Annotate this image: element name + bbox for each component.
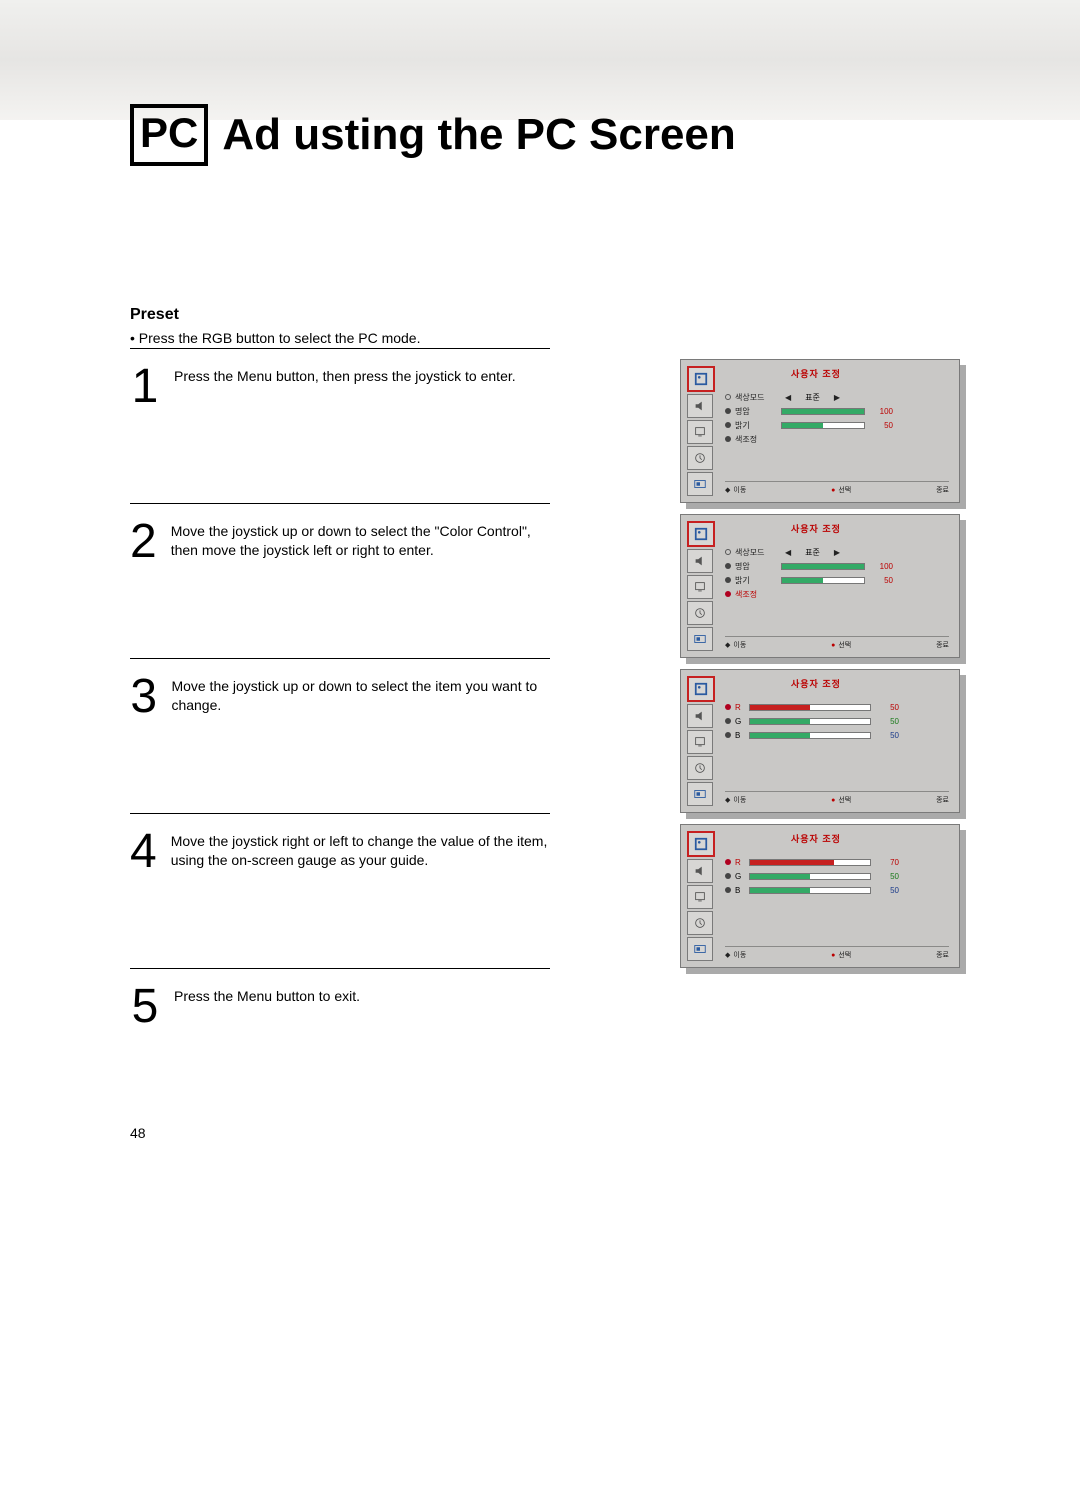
osd-title: 사용자 조정 <box>791 522 841 535</box>
osd-row-value: 50 <box>881 886 899 895</box>
osd-tab-time-icon <box>687 601 713 625</box>
step-text: Move the joystick up or down to select t… <box>171 677 555 715</box>
osd-row-value: 50 <box>881 731 899 740</box>
osd-row-value: 50 <box>875 576 893 585</box>
osd-tab-picture-icon <box>687 831 715 857</box>
osd-footer: ◆이동 ●선택 종료 <box>725 946 949 961</box>
osd-title: 사용자 조정 <box>791 677 841 690</box>
divider <box>130 968 550 969</box>
step-number: 4 <box>130 828 157 876</box>
osd-tab-screen-icon <box>687 420 713 444</box>
osd-footer: ◆이동 ●선택 종료 <box>725 791 949 806</box>
step-number: 5 <box>130 983 160 1031</box>
osd-tab-sound-icon <box>687 394 713 418</box>
osd-tab-picture-icon <box>687 521 715 547</box>
step-number: 1 <box>130 363 160 411</box>
osd-row-value: 표준 <box>799 547 826 558</box>
osd-tab-function-icon <box>687 937 713 961</box>
osd-tab-sound-icon <box>687 704 713 728</box>
osd-row-label: 명암 <box>735 406 777 417</box>
osd-row-value: 100 <box>875 562 893 571</box>
osd-row-value: 표준 <box>799 392 826 403</box>
step-number: 3 <box>130 673 157 721</box>
osd-footer: ◆이동 ●선택 종료 <box>725 481 949 496</box>
step-text: Press the Menu button, then press the jo… <box>174 367 516 386</box>
osd-tab-time-icon <box>687 911 713 935</box>
pc-badge: PC <box>130 104 208 166</box>
pc-badge-text: PC <box>140 112 198 154</box>
step-text: Press the Menu button to exit. <box>174 987 360 1006</box>
osd-tab-screen-icon <box>687 885 713 909</box>
osd-tab-picture-icon <box>687 676 715 702</box>
osd-row-label: 밝기 <box>735 575 777 586</box>
osd-row-label: 명암 <box>735 561 777 572</box>
osd-title: 사용자 조정 <box>791 832 841 845</box>
osd-tab-function-icon <box>687 782 713 806</box>
step-5: 5 Press the Menu button to exit. <box>130 983 555 1031</box>
osd-row-value: 50 <box>881 872 899 881</box>
osd-title: 사용자 조정 <box>791 367 841 380</box>
osd-row-label: 색상모드 <box>735 547 777 558</box>
osd-row-label: 색조정 <box>735 434 777 445</box>
osd-row-label: G <box>735 872 745 881</box>
osd-tab-sound-icon <box>687 549 713 573</box>
step-number: 2 <box>130 518 157 566</box>
osd-screenshot-3: 사용자 조정 R 50 G 50 B 50 ◆이동 ●선택 종료 <box>680 669 960 813</box>
step-text: Move the joystick right or left to chang… <box>171 832 555 870</box>
osd-tab-time-icon <box>687 756 713 780</box>
osd-tab-screen-icon <box>687 730 713 754</box>
osd-tab-function-icon <box>687 472 713 496</box>
osd-screenshot-1: 사용자 조정 색상모드◀표준▶ 명암100 밝기50 색조정 ◆이동 ●선택 종… <box>680 359 960 503</box>
osd-row-label: G <box>735 717 745 726</box>
osd-row-label: 색상모드 <box>735 392 777 403</box>
osd-row-value: 100 <box>875 407 893 416</box>
osd-row-label: 색조정 <box>735 589 777 600</box>
divider <box>130 348 550 349</box>
section-title: Preset <box>130 306 960 324</box>
step-3: 3 Move the joystick up or down to select… <box>130 673 555 721</box>
osd-screenshot-4: 사용자 조정 R 70 G 50 B 50 ◆이동 ●선택 종료 <box>680 824 960 968</box>
osd-screenshot-2: 사용자 조정 색상모드◀표준▶ 명암100 밝기50 색조정 ◆이동 ●선택 종… <box>680 514 960 658</box>
step-4: 4 Move the joystick right or left to cha… <box>130 828 555 876</box>
osd-row-label: 밝기 <box>735 420 777 431</box>
osd-row-label: B <box>735 886 745 895</box>
page-number: 48 <box>130 1125 146 1141</box>
osd-tab-function-icon <box>687 627 713 651</box>
osd-row-value: 50 <box>875 421 893 430</box>
divider <box>130 503 550 504</box>
osd-tab-time-icon <box>687 446 713 470</box>
header-banner <box>0 0 1080 120</box>
osd-footer: ◆이동 ●선택 종료 <box>725 636 949 651</box>
intro-text: • Press the RGB button to select the PC … <box>130 330 960 346</box>
osd-tab-sound-icon <box>687 859 713 883</box>
osd-row-value: 50 <box>881 703 899 712</box>
osd-row-label: B <box>735 731 745 740</box>
osd-row-label: R <box>735 703 745 712</box>
osd-row-label: R <box>735 858 745 867</box>
page-title: Ad usting the PC Screen <box>222 110 735 160</box>
osd-row-value: 70 <box>881 858 899 867</box>
step-1: 1 Press the Menu button, then press the … <box>130 363 555 411</box>
osd-tab-picture-icon <box>687 366 715 392</box>
step-text: Move the joystick up or down to select t… <box>171 522 555 560</box>
divider <box>130 813 550 814</box>
osd-row-value: 50 <box>881 717 899 726</box>
step-2: 2 Move the joystick up or down to select… <box>130 518 555 566</box>
divider <box>130 658 550 659</box>
osd-tab-screen-icon <box>687 575 713 599</box>
